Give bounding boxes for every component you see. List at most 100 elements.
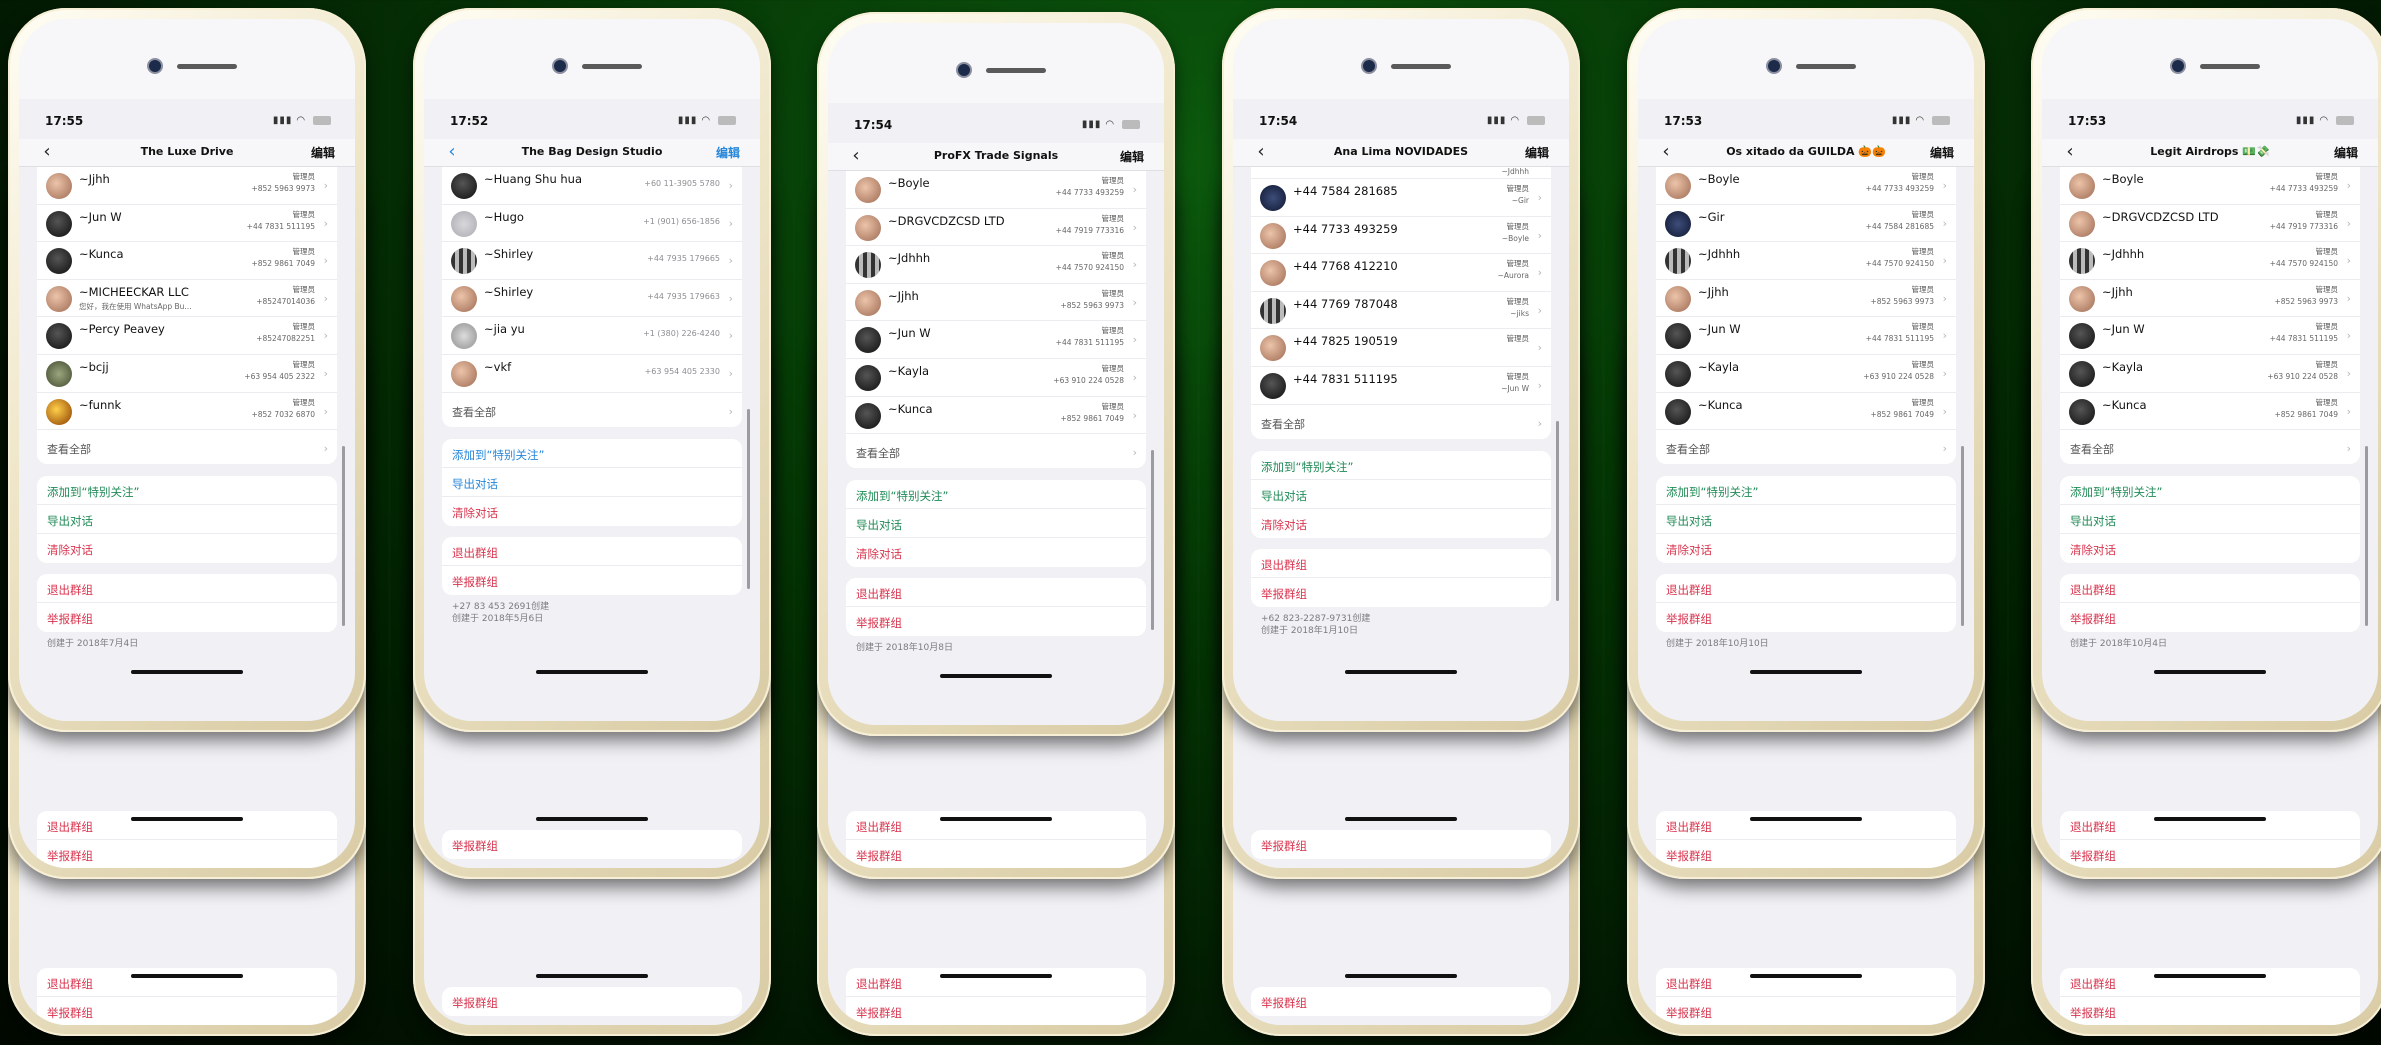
member-row[interactable]: ~Jun W 管理员 +44 7831 511195 › xyxy=(1656,317,1956,355)
clear-chat-action[interactable]: 清除对话 xyxy=(37,534,337,563)
leave-group-action[interactable]: 退出群组 xyxy=(37,574,337,604)
export-chat-action[interactable]: 导出对话 xyxy=(1656,505,1956,535)
back-action-2[interactable]: 举报群组 xyxy=(1656,840,1956,868)
member-row[interactable]: ~Gir 管理员 +44 7584 281685 › xyxy=(1656,205,1956,243)
member-row[interactable]: +44 7769 787048 管理员 ~jiks › xyxy=(1251,292,1551,330)
report-group-action[interactable]: 举报群组 xyxy=(1656,603,1956,632)
back-action-2[interactable]: 举报群组 xyxy=(2060,997,2360,1025)
back-action-1[interactable]: 退出群组 xyxy=(37,968,337,997)
member-row[interactable]: ~Boyle 管理员 +44 7733 493259 › xyxy=(1656,167,1956,205)
add-favorite-action[interactable]: 添加到“特别关注” xyxy=(442,439,742,468)
member-row[interactable]: ~DRGVCDZCSD LTD 管理员 +44 7919 773316 › xyxy=(2060,205,2360,243)
scrollbar[interactable] xyxy=(1961,446,1964,627)
scrollbar[interactable] xyxy=(2365,446,2368,627)
see-all-members-button[interactable]: 查看全部 › xyxy=(442,393,742,427)
member-row[interactable]: ~Jun W 管理员 +44 7831 511195 › xyxy=(846,321,1146,359)
edit-button[interactable]: 编辑 xyxy=(1930,144,1954,161)
back-action-1[interactable]: 退出群组 xyxy=(846,968,1146,997)
member-row[interactable]: ~DRGVCDZCSD LTD 管理员 +44 7919 773316 › xyxy=(846,209,1146,247)
member-row[interactable]: ~Huang Shu hua +60 11-3905 5780 › xyxy=(442,167,742,205)
member-row[interactable]: ~Jjhh 管理员 +852 5963 9973 › xyxy=(1656,280,1956,318)
member-row[interactable]: ~Jun W 管理员 +44 7831 511195 › xyxy=(2060,317,2360,355)
leave-group-action[interactable]: 退出群组 xyxy=(2060,574,2360,604)
member-row[interactable]: ~Jjhh 管理员 +852 5963 9973 › xyxy=(846,284,1146,322)
see-all-members-button[interactable]: 查看全部 › xyxy=(1251,405,1551,439)
member-row[interactable]: ~Jdhhh 管理员 +44 7570 924150 › xyxy=(846,246,1146,284)
member-row[interactable]: ~Jdhhh 管理员 +44 7570 924150 › xyxy=(1656,242,1956,280)
add-favorite-action[interactable]: 添加到“特别关注” xyxy=(37,476,337,506)
clear-chat-action[interactable]: 清除对话 xyxy=(1251,509,1551,538)
clear-chat-action[interactable]: 清除对话 xyxy=(2060,534,2360,563)
export-chat-action[interactable]: 导出对话 xyxy=(846,509,1146,539)
back-chevron-icon[interactable]: ‹ xyxy=(2064,143,2076,161)
report-group-action[interactable]: 举报群组 xyxy=(846,607,1146,636)
member-row[interactable]: ~funnk 管理员 +852 7032 6870 › xyxy=(37,393,337,431)
add-favorite-action[interactable]: 添加到“特别关注” xyxy=(1251,451,1551,480)
member-row[interactable]: ~Kunca 管理员 +852 9861 7049 › xyxy=(2060,393,2360,431)
member-row[interactable]: +44 7768 412210 管理员 ~Aurora › xyxy=(1251,254,1551,292)
back-action-1[interactable]: 退出群组 xyxy=(37,811,337,840)
back-action-1[interactable]: 退出群组 xyxy=(846,811,1146,840)
member-row[interactable]: ~Shirley +44 7935 179663 › xyxy=(442,280,742,318)
member-row[interactable]: ~Jjhh 管理员 +852 5963 9973 › xyxy=(2060,280,2360,318)
member-row[interactable]: ~Shirley +44 7935 179665 › xyxy=(442,242,742,280)
see-all-members-button[interactable]: 查看全部 › xyxy=(37,430,337,464)
member-row[interactable]: +44 7825 190519 管理员 › xyxy=(1251,329,1551,367)
back-action-1[interactable]: 退出群组 xyxy=(1656,968,1956,997)
back-action-1[interactable]: 退出群组 xyxy=(1656,811,1956,840)
member-row[interactable]: ~Hugo +1 (901) 656-1856 › xyxy=(442,205,742,243)
member-row[interactable]: ~bcjj 管理员 +63 954 405 2322 › xyxy=(37,355,337,393)
member-row[interactable]: ~Kayla 管理员 +63 910 224 0528 › xyxy=(1656,355,1956,393)
back-action-2[interactable]: 举报群组 xyxy=(2060,840,2360,868)
clear-chat-action[interactable]: 清除对话 xyxy=(1656,534,1956,563)
export-chat-action[interactable]: 导出对话 xyxy=(37,505,337,535)
back-action-2[interactable]: 举报群组 xyxy=(37,840,337,868)
add-favorite-action[interactable]: 添加到“特别关注” xyxy=(846,480,1146,510)
member-row[interactable]: ~Boyle 管理员 +44 7733 493259 › xyxy=(2060,167,2360,205)
back-action-2[interactable]: 举报群组 xyxy=(846,840,1146,868)
export-chat-action[interactable]: 导出对话 xyxy=(1251,480,1551,509)
leave-group-action[interactable]: 退出群组 xyxy=(442,537,742,566)
scrollbar[interactable] xyxy=(1151,450,1154,631)
back-chevron-icon[interactable]: ‹ xyxy=(446,143,458,161)
scrollbar[interactable] xyxy=(747,408,750,589)
back-action-1[interactable]: 退出群组 xyxy=(2060,968,2360,997)
back-action-1[interactable]: 举报群组 xyxy=(1251,987,1551,1016)
member-row[interactable]: ~vkf +63 954 405 2330 › xyxy=(442,355,742,393)
see-all-members-button[interactable]: 查看全部 › xyxy=(1656,430,1956,464)
member-row[interactable]: +44 7733 493259 管理员 ~Boyle › xyxy=(1251,217,1551,255)
leave-group-action[interactable]: 退出群组 xyxy=(1656,574,1956,604)
add-favorite-action[interactable]: 添加到“特别关注” xyxy=(1656,476,1956,506)
member-row[interactable]: ~Kunca 管理员 +852 9861 7049 › xyxy=(846,397,1146,435)
see-all-members-button[interactable]: 查看全部 › xyxy=(2060,430,2360,464)
member-row[interactable]: ~Kunca 管理员 +852 9861 7049 › xyxy=(1656,393,1956,431)
back-chevron-icon[interactable]: ‹ xyxy=(41,143,53,161)
edit-button[interactable]: 编辑 xyxy=(1120,148,1144,165)
report-group-action[interactable]: 举报群组 xyxy=(1251,578,1551,607)
member-row[interactable]: ~Kayla 管理员 +63 910 224 0528 › xyxy=(846,359,1146,397)
member-row[interactable]: +44 7584 281685 管理员 ~Gir › xyxy=(1251,179,1551,217)
list-item-partial[interactable]: ~Jdhhh xyxy=(1251,167,1551,179)
back-action-2[interactable]: 举报群组 xyxy=(1656,997,1956,1025)
member-row[interactable]: ~Kayla 管理员 +63 910 224 0528 › xyxy=(2060,355,2360,393)
report-group-action[interactable]: 举报群组 xyxy=(442,566,742,595)
member-row[interactable]: ~jia yu +1 (380) 226-4240 › xyxy=(442,317,742,355)
member-row[interactable]: ~Kunca 管理员 +852 9861 7049 › xyxy=(37,242,337,280)
scrollbar[interactable] xyxy=(342,446,345,627)
member-row[interactable]: +44 7831 511195 管理员 ~Jun W › xyxy=(1251,367,1551,405)
report-group-action[interactable]: 举报群组 xyxy=(37,603,337,632)
edit-button[interactable]: 编辑 xyxy=(716,144,740,161)
leave-group-action[interactable]: 退出群组 xyxy=(1251,549,1551,578)
back-action-1[interactable]: 退出群组 xyxy=(2060,811,2360,840)
see-all-members-button[interactable]: 查看全部 › xyxy=(846,434,1146,468)
member-row[interactable]: ~Jjhh 管理员 +852 5963 9973 › xyxy=(37,167,337,205)
edit-button[interactable]: 编辑 xyxy=(2334,144,2358,161)
scrollbar[interactable] xyxy=(1556,420,1559,601)
back-action-1[interactable]: 举报群组 xyxy=(1251,830,1551,859)
leave-group-action[interactable]: 退出群组 xyxy=(846,578,1146,608)
back-action-1[interactable]: 举报群组 xyxy=(442,987,742,1016)
back-chevron-icon[interactable]: ‹ xyxy=(850,147,862,165)
back-chevron-icon[interactable]: ‹ xyxy=(1660,143,1672,161)
member-row[interactable]: ~Jdhhh 管理员 +44 7570 924150 › xyxy=(2060,242,2360,280)
export-chat-action[interactable]: 导出对话 xyxy=(2060,505,2360,535)
